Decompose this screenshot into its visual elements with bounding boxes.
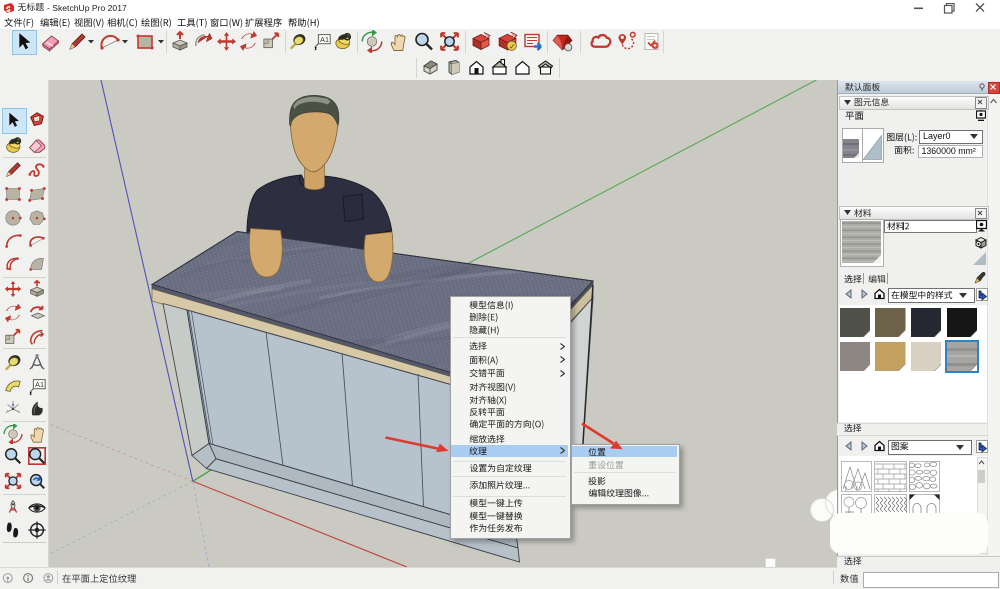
svg-text:A1: A1 [35,380,44,389]
svg-text:✓: ✓ [509,42,515,51]
svg-text:A1: A1 [320,35,329,44]
